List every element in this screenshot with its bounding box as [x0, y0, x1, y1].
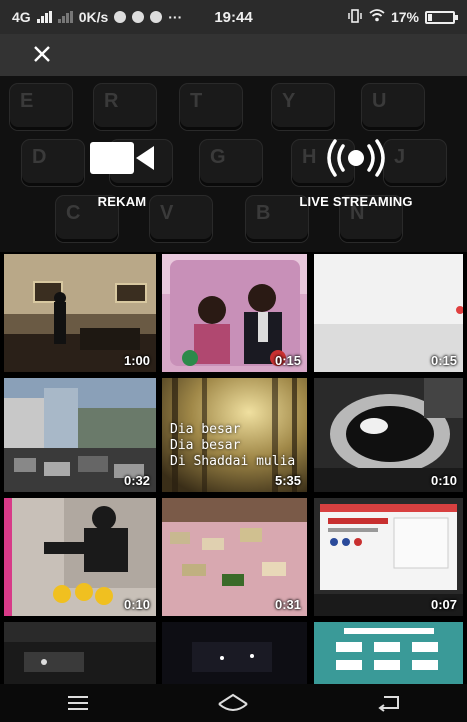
network-speed: 0K/s: [78, 9, 109, 25]
keyboard-key: R: [94, 84, 156, 130]
record-label: REKAM: [97, 194, 147, 209]
status-bar: 4G 0K/s ··· 19:44 17%: [0, 0, 467, 34]
video-duration: 0:32: [123, 473, 150, 488]
menu-icon[interactable]: [48, 688, 108, 718]
notification-icon: [114, 11, 127, 23]
video-duration: 0:10: [123, 597, 150, 612]
video-overlay-text: Dia besar Dia besar Di Shaddai mulia: [170, 422, 295, 470]
back-icon[interactable]: [359, 688, 419, 718]
video-thumbnail[interactable]: 0:15: [162, 254, 307, 372]
notification-icon: [132, 11, 145, 23]
home-icon[interactable]: [203, 688, 263, 718]
capture-panel: E R T Y U D F G H J C V B N REKAM LIVE S: [0, 34, 467, 252]
video-thumbnail[interactable]: [162, 622, 307, 684]
top-bar: [0, 34, 467, 76]
video-thumbnail[interactable]: 0:07: [314, 498, 463, 616]
video-thumbnail[interactable]: [314, 622, 463, 684]
keyboard-key: E: [10, 84, 72, 130]
keyboard-key: G: [200, 140, 262, 186]
keyboard-key: T: [180, 84, 242, 130]
more-notifications: ···: [168, 9, 183, 25]
clock: 19:44: [214, 8, 253, 26]
video-duration: 0:07: [430, 597, 457, 612]
video-thumbnail[interactable]: Dia besar Dia besar Di Shaddai mulia 5:3…: [162, 378, 307, 492]
battery-icon: [425, 10, 458, 24]
video-duration: 0:10: [430, 473, 457, 488]
close-icon[interactable]: [28, 40, 56, 68]
keyboard-key: Y: [272, 84, 334, 130]
cell-signal-2-icon: [57, 11, 73, 23]
chat-icon: [150, 11, 163, 23]
overlay-line: Di Shaddai mulia: [170, 454, 296, 469]
video-duration: 5:35: [274, 473, 301, 488]
video-thumbnail[interactable]: 0:10: [314, 378, 463, 492]
video-camera-icon: [42, 134, 202, 182]
video-duration: 0:15: [274, 353, 301, 368]
cell-signal-icon: [36, 11, 52, 23]
record-button[interactable]: REKAM: [42, 134, 202, 209]
video-duration: 1:00: [123, 353, 150, 368]
wifi-icon: [369, 9, 385, 25]
live-streaming-button[interactable]: LIVE STREAMING: [276, 134, 436, 209]
video-duration: 0:15: [430, 353, 457, 368]
video-thumbnail[interactable]: 1:00: [4, 254, 156, 372]
video-thumbnail[interactable]: [4, 622, 156, 684]
keyboard-key: U: [362, 84, 424, 130]
video-thumbnail[interactable]: 0:15: [314, 254, 463, 372]
battery-percent: 17%: [390, 9, 419, 25]
video-thumbnail[interactable]: 0:32: [4, 378, 156, 492]
overlay-line: Dia besar: [170, 438, 241, 453]
broadcast-icon: [276, 134, 436, 182]
network-type: 4G: [12, 9, 31, 25]
live-streaming-label: LIVE STREAMING: [299, 194, 413, 209]
video-duration: 0:31: [274, 597, 301, 612]
navigation-bar: [0, 684, 467, 722]
video-gallery: 1:00 0:15 0:15 0:32 Dia besar Dia besar …: [4, 254, 463, 684]
vibrate-icon: [347, 8, 363, 26]
overlay-line: Dia besar: [170, 422, 241, 437]
video-thumbnail[interactable]: 0:31: [162, 498, 307, 616]
video-thumbnail[interactable]: 0:10: [4, 498, 156, 616]
